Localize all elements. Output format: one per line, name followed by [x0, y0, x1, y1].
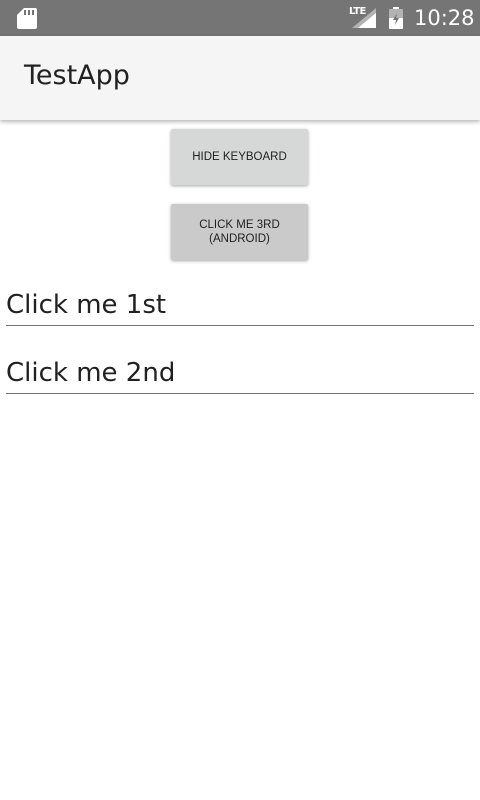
app-title: TestApp	[24, 60, 130, 91]
hide-keyboard-button[interactable]: HIDE KEYBOARD	[171, 129, 308, 185]
first-text-field[interactable]	[6, 285, 474, 326]
status-bar: LTE 10:28	[0, 0, 480, 36]
sd-card-icon	[17, 8, 37, 29]
second-text-field[interactable]	[6, 353, 474, 394]
status-clock: 10:28	[414, 6, 475, 30]
battery-icon	[389, 7, 403, 29]
click-me-third-button[interactable]: CLICK ME 3RD (ANDROID)	[171, 204, 308, 260]
signal-icon	[352, 8, 376, 28]
app-screen: LTE 10:28 TestApp HIDE KEYBOARD CLICK ME…	[0, 0, 480, 800]
app-bar: TestApp	[0, 36, 480, 120]
